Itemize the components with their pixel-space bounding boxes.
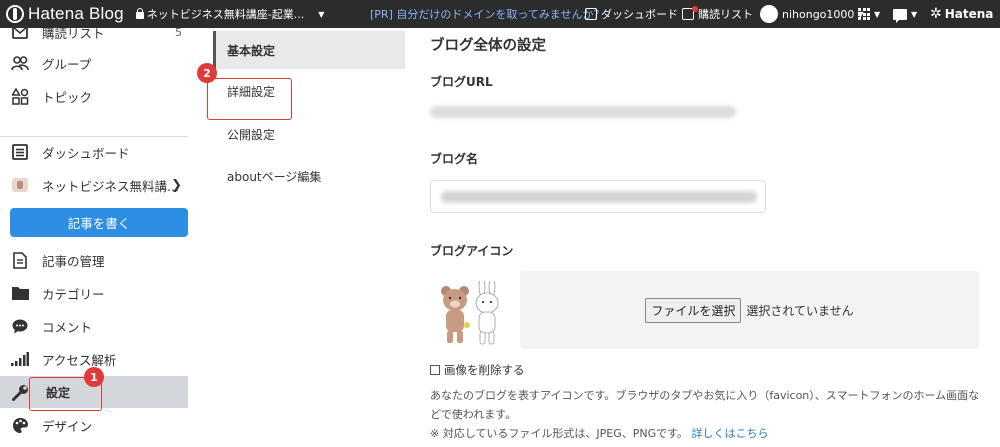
notification-dot bbox=[692, 6, 698, 12]
sidebar-item-label: 購読リスト bbox=[42, 25, 105, 41]
sidebar-item-blog[interactable]: ネットビジネス無料講... ❯ bbox=[0, 169, 188, 201]
icon-help-text: あなたのブログを表すアイコンです。ブラウザのタブやお気に入り（favicon）、… bbox=[430, 386, 982, 443]
tab-about-page-edit[interactable]: aboutページ編集 bbox=[213, 157, 405, 195]
highlight-box-advanced bbox=[207, 78, 292, 120]
username: nihongo1000 bbox=[782, 7, 855, 21]
icon-upload-dropzone[interactable]: ファイルを選択 選択されていません bbox=[520, 271, 979, 349]
users-icon bbox=[11, 54, 29, 72]
unread-count: 5 bbox=[175, 25, 182, 39]
tab-label: 基本設定 bbox=[227, 43, 276, 58]
hatena-star-icon: ✲ bbox=[930, 6, 942, 22]
sidebar-item-label: コメント bbox=[42, 319, 93, 335]
page-title: ブログ全体の設定 bbox=[430, 38, 546, 54]
hatena-label: Hatena bbox=[944, 7, 994, 21]
file-status-text: 選択されていません bbox=[746, 303, 854, 318]
blog-name-label: ブログ名 bbox=[430, 152, 479, 166]
sidebar-item-categories[interactable]: カテゴリー bbox=[0, 277, 188, 309]
dashboard-link[interactable]: ダッシュボード bbox=[585, 6, 678, 22]
sidebar-item-label: デザイン bbox=[42, 418, 93, 434]
blog-name-value-redacted bbox=[441, 191, 757, 203]
blog-icon-preview bbox=[441, 281, 499, 345]
caret-down-icon: ▼ bbox=[318, 9, 325, 19]
details-link[interactable]: 詳しくはこちら bbox=[692, 427, 769, 440]
sidebar-item-articles[interactable]: 記事の管理 bbox=[0, 244, 188, 276]
dashboard-icon bbox=[11, 143, 29, 161]
tab-label: aboutページ編集 bbox=[227, 169, 322, 184]
delete-image-checkbox[interactable] bbox=[430, 365, 440, 375]
domain-promo-link[interactable]: [PR] 自分だけのドメインを取ってみませんか？ bbox=[370, 6, 604, 22]
mail-icon bbox=[682, 6, 698, 20]
wrench-icon bbox=[11, 383, 29, 401]
sidebar-item-reading-list[interactable]: 購読リスト 5 bbox=[0, 16, 188, 48]
grid-icon bbox=[858, 8, 870, 20]
step-marker-2: 2 bbox=[197, 63, 217, 83]
choose-file-button[interactable]: ファイルを選択 bbox=[645, 297, 742, 323]
delete-image-option[interactable]: 画像を削除する bbox=[430, 362, 525, 378]
sidebar-item-label: グループ bbox=[42, 56, 92, 72]
sidebar-item-label: トピック bbox=[42, 89, 93, 105]
shapes-icon bbox=[11, 87, 29, 105]
chevron-right-icon: ❯ bbox=[171, 177, 182, 193]
sidebar-item-topics[interactable]: トピック bbox=[0, 80, 188, 112]
caret-down-icon: ▼ bbox=[911, 9, 918, 19]
caret-down-icon: ▼ bbox=[874, 9, 881, 19]
sidebar-item-design[interactable]: デザイン bbox=[0, 409, 188, 441]
sidebar-item-label: カテゴリー bbox=[42, 286, 105, 302]
reading-list-label: 購読リスト bbox=[698, 8, 753, 21]
reading-list-link[interactable]: 購読リスト bbox=[682, 6, 753, 22]
comment-icon bbox=[11, 317, 29, 335]
document-icon bbox=[11, 251, 29, 269]
chat-icon bbox=[893, 8, 907, 23]
icon-description: あなたのブログを表すアイコンです。ブラウザのタブやお気に入り（favicon）、… bbox=[430, 389, 980, 421]
tab-basic-settings[interactable]: 基本設定 bbox=[213, 31, 405, 69]
palette-icon bbox=[11, 416, 29, 434]
user-menu[interactable]: nihongo1000 ▼ bbox=[760, 5, 864, 23]
apps-menu[interactable]: ▼ bbox=[858, 8, 880, 20]
bar-chart-icon bbox=[11, 350, 29, 368]
folder-icon bbox=[11, 284, 29, 302]
blog-name-field[interactable] bbox=[430, 180, 766, 213]
hatena-home-link[interactable]: ✲ Hatena bbox=[930, 6, 993, 22]
format-note: ※ 対応しているファイル形式は、JPEG、PNGです。 bbox=[430, 427, 689, 440]
blog-url-label: ブログURL bbox=[430, 75, 493, 89]
sidebar-item-label: アクセス解析 bbox=[42, 352, 117, 368]
tab-label: 公開設定 bbox=[227, 127, 276, 142]
sidebar-item-label: ネットビジネス無料講... bbox=[42, 178, 179, 194]
blog-icon-label: ブログアイコン bbox=[430, 244, 514, 258]
sidebar-item-label: ダッシュボード bbox=[42, 145, 130, 161]
avatar bbox=[760, 5, 778, 23]
write-article-button[interactable]: 記事を書く bbox=[10, 208, 188, 237]
notifications-menu[interactable]: ▼ bbox=[893, 8, 918, 23]
tab-publish-settings[interactable]: 公開設定 bbox=[213, 115, 405, 153]
sidebar-item-comments[interactable]: コメント bbox=[0, 310, 188, 342]
step-marker-1: 1 bbox=[84, 367, 104, 387]
mail-icon bbox=[11, 23, 29, 41]
sidebar-item-dashboard[interactable]: ダッシュボード bbox=[0, 136, 188, 168]
dashboard-link-label: ダッシュボード bbox=[601, 8, 678, 21]
delete-image-label: 画像を削除する bbox=[444, 363, 525, 377]
blog-url-value-redacted bbox=[430, 106, 736, 118]
blog-thumbnail-icon bbox=[11, 176, 29, 194]
blog-settings-panel: ブログ全体の設定 ブログURL ブログ名 ブログアイコン ファイルを選択 選択さ… bbox=[430, 28, 990, 447]
dashboard-icon bbox=[585, 8, 597, 20]
sidebar-item-groups[interactable]: グループ bbox=[0, 47, 188, 79]
sidebar-item-label: 記事の管理 bbox=[42, 253, 105, 269]
